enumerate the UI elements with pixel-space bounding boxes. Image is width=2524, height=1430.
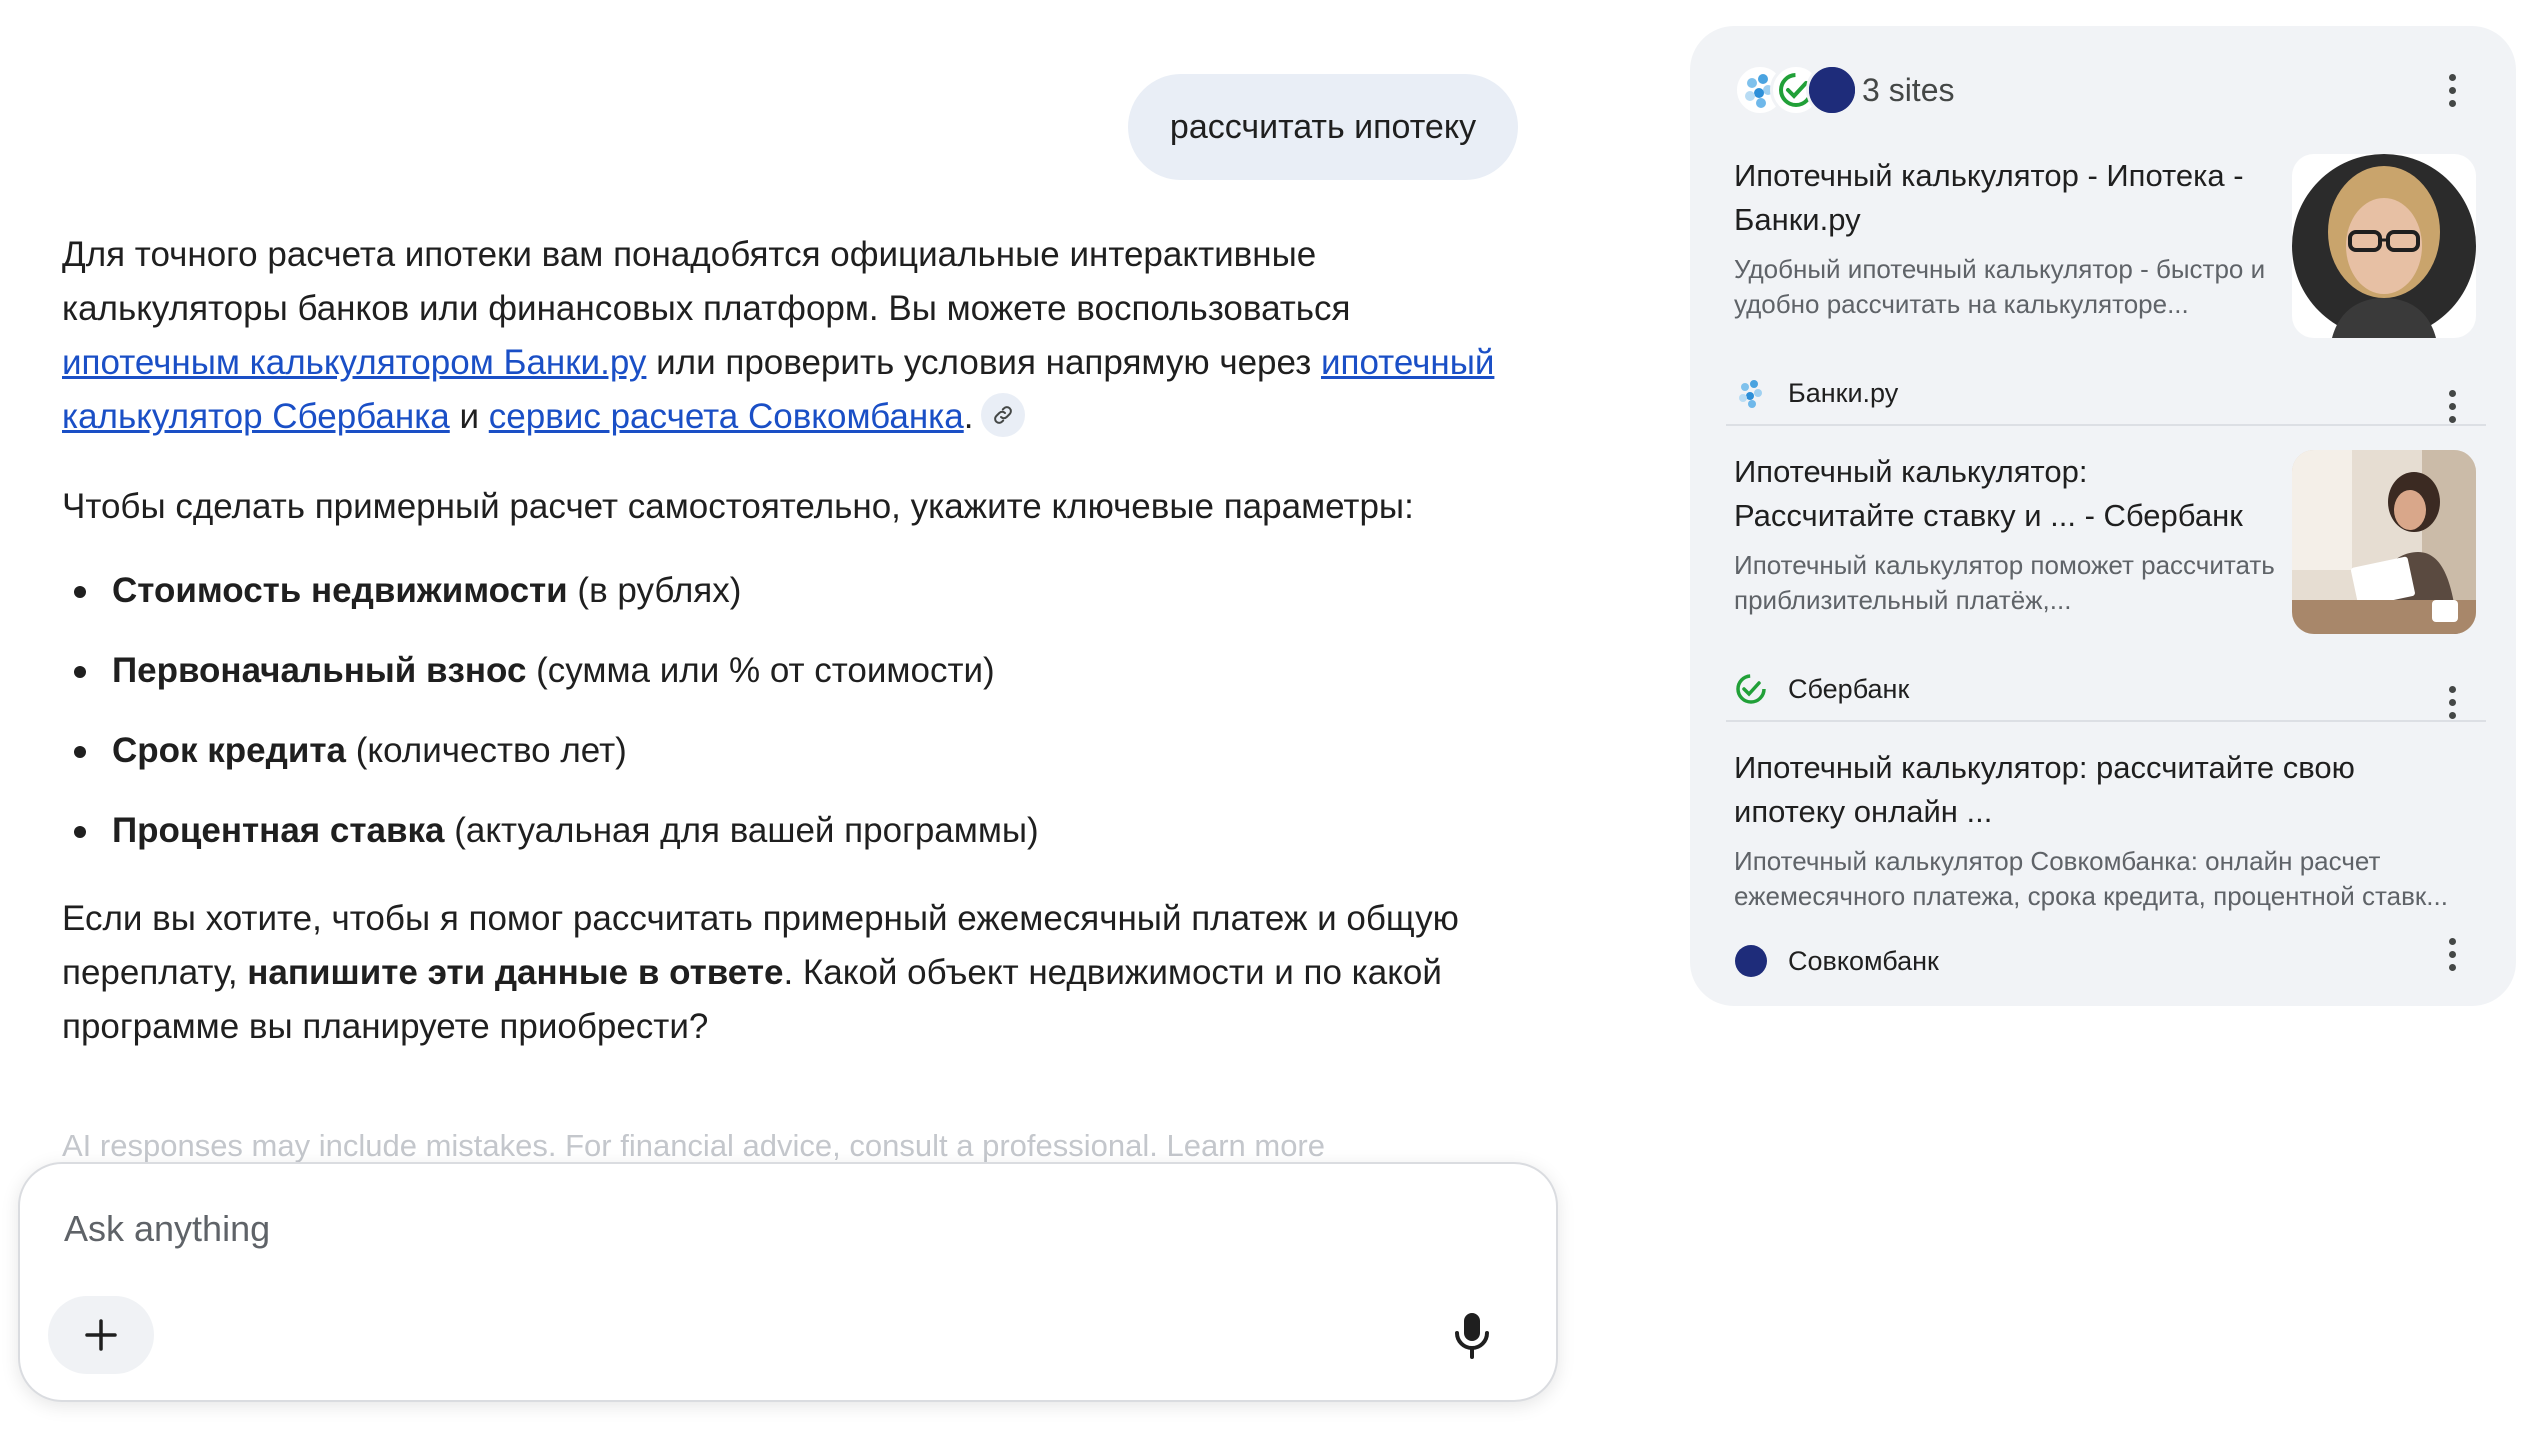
user-query-bubble: рассчитать ипотеку: [1128, 74, 1518, 180]
card-more-button[interactable]: [2432, 376, 2472, 436]
source-card-title[interactable]: Ипотечный калькулятор - Ипотека - Банки.…: [1734, 154, 2274, 242]
ask-input-box[interactable]: Ask anything: [18, 1162, 1558, 1402]
user-query-text: рассчитать ипотеку: [1169, 107, 1477, 146]
parameter-list: Стоимость недвижимости (в рублях) Первон…: [62, 564, 1522, 884]
source-card-snippet: Удобный ипотечный калькулятор - быстро и…: [1734, 254, 2266, 319]
voice-input-button[interactable]: [1440, 1304, 1504, 1368]
source-card-site-name: Сбербанк: [1788, 673, 1910, 704]
source-card-title[interactable]: Ипотечный калькулятор: рассчитайте свою …: [1734, 746, 2474, 834]
sovcombank-icon: [1735, 945, 1767, 977]
more-vert-icon: [2448, 402, 2456, 410]
sources-more-button[interactable]: [2432, 60, 2472, 120]
sberbank-icon: [1736, 674, 1766, 704]
source-card-sovcombank[interactable]: Ипотечный калькулятор: рассчитайте свою …: [1726, 746, 2486, 1006]
source-card-sberbank[interactable]: Ипотечный калькулятор: Рассчитайте ставк…: [1726, 450, 2486, 750]
plus-icon: [85, 1319, 117, 1351]
source-card-thumbnail: [2292, 154, 2476, 338]
link-icon: [994, 405, 1013, 424]
source-link-chip[interactable]: [981, 392, 1026, 437]
list-item: Первоначальный взнос (сумма или % от сто…: [74, 644, 1522, 724]
source-card-site[interactable]: Банки.ру: [1734, 376, 1898, 410]
sources-count: 3 sites: [1862, 71, 1955, 108]
more-vert-icon: [2448, 950, 2456, 958]
list-item: Стоимость недвижимости (в рублях): [74, 564, 1522, 644]
answer-text: или проверить условия напрямую через: [646, 343, 1321, 382]
source-card-site-name: Банки.ру: [1788, 377, 1899, 408]
list-item: Процентная ставка (актуальная для вашей …: [74, 804, 1522, 884]
list-item-rest: (сумма или % от стоимости): [526, 651, 995, 690]
answer-bold: напишите эти данные в ответе: [247, 953, 784, 992]
list-item-rest: (актуальная для вашей программы): [444, 811, 1039, 850]
list-item-bold: Первоначальный взнос: [112, 651, 527, 690]
banki-ru-icon: [1739, 380, 1762, 408]
answer-text: Для точного расчета ипотеки вам понадобя…: [62, 235, 1351, 328]
more-vert-icon: [2448, 698, 2456, 706]
divider: [1726, 424, 2486, 426]
source-card-snippet: Ипотечный калькулятор поможет рассчитать…: [1734, 550, 2275, 615]
link-sovcom-service[interactable]: сервис расчета Совкомбанка: [489, 397, 964, 436]
answer-text: .: [963, 397, 974, 436]
sovcombank-icon: [1806, 64, 1858, 116]
sources-panel: 3 sites Ипотечный калькулятор - Ипотека …: [1690, 26, 2516, 1006]
answer-paragraph-3: Если вы хотите, чтобы я помог рассчитать…: [62, 892, 1522, 1054]
answer-paragraph-2: Чтобы сделать примерный расчет самостоят…: [62, 487, 1414, 526]
card-more-button[interactable]: [2432, 924, 2472, 984]
source-card-site-name: Совкомбанк: [1788, 945, 1939, 976]
source-card-site[interactable]: Совкомбанк: [1734, 944, 1939, 978]
source-card-snippet: Ипотечный калькулятор Совкомбанка: онлай…: [1734, 846, 2448, 911]
list-item-bold: Процентная ставка: [112, 811, 445, 850]
answer-text: и: [449, 397, 489, 436]
list-item: Срок кредита (количество лет): [74, 724, 1522, 804]
source-card-title[interactable]: Ипотечный калькулятор: Рассчитайте ставк…: [1734, 450, 2274, 538]
divider: [1726, 720, 2486, 722]
microphone-icon: [1455, 1313, 1489, 1359]
list-item-rest: (количество лет): [345, 731, 627, 770]
source-card-site[interactable]: Сбербанк: [1734, 672, 1909, 706]
source-card-banki[interactable]: Ипотечный калькулятор - Ипотека - Банки.…: [1726, 154, 2486, 454]
list-item-rest: (в рублях): [567, 571, 742, 610]
link-banki-calculator[interactable]: ипотечным калькулятором Банки.ру: [62, 343, 646, 382]
ai-disclaimer: AI responses may include mistakes. For f…: [62, 1128, 1325, 1163]
more-vert-icon: [2448, 86, 2456, 94]
source-card-thumbnail: [2292, 450, 2476, 634]
sources-favicons: [1734, 64, 1858, 116]
ai-answer: Для точного расчета ипотеки вам понадобя…: [62, 228, 1522, 1054]
ask-input-placeholder[interactable]: Ask anything: [64, 1208, 270, 1250]
list-item-bold: Стоимость недвижимости: [112, 571, 568, 610]
add-attachment-button[interactable]: [48, 1296, 154, 1374]
sources-header[interactable]: 3 sites: [1734, 58, 1954, 122]
list-item-bold: Срок кредита: [112, 731, 346, 770]
card-more-button[interactable]: [2432, 672, 2472, 732]
answer-paragraph-1: Для точного расчета ипотеки вам понадобя…: [62, 228, 1522, 444]
